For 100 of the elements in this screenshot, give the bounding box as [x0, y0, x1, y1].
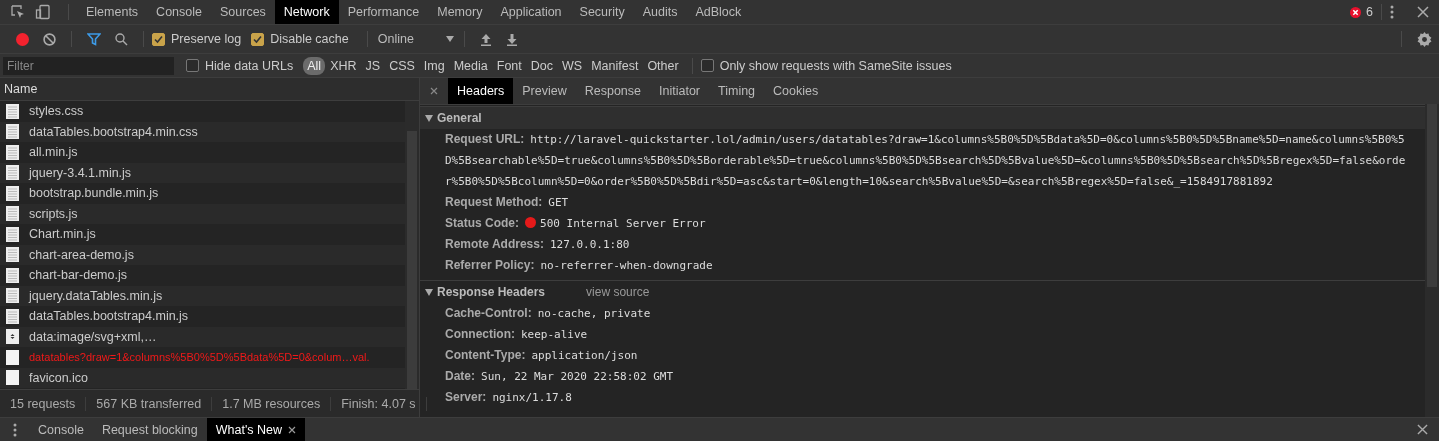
detail-tab[interactable]: Preview — [513, 78, 576, 104]
type-filter-button[interactable]: Font — [492, 56, 526, 75]
panel-tab[interactable]: Performance — [338, 0, 429, 24]
column-header[interactable]: Name — [0, 78, 419, 101]
header-line: Content-Type: application/json — [444, 347, 639, 364]
export-icon[interactable] — [505, 32, 518, 46]
panel-tab[interactable]: Sources — [211, 0, 275, 24]
type-filter-button[interactable]: Img — [419, 56, 449, 75]
type-filter-button[interactable]: CSS — [385, 56, 419, 75]
summary-text: 567 KB transferred — [86, 396, 213, 411]
document-icon — [6, 206, 19, 222]
header-line: Request Method: GET — [444, 194, 570, 211]
type-filter-button[interactable]: All — [303, 56, 326, 75]
summary-text: Finish: 4.07 s — [331, 396, 427, 411]
search-icon[interactable] — [115, 32, 128, 46]
panel-tab[interactable]: Audits — [633, 0, 687, 24]
caret-icon[interactable] — [425, 114, 433, 122]
document-icon — [6, 308, 19, 324]
summary-text: 1.7 MB resources — [212, 396, 332, 411]
clear-icon[interactable] — [43, 32, 56, 46]
section-toggle[interactable]: Response Headers — [420, 285, 551, 299]
header-line: Cache-Control: no-cache, private — [444, 305, 652, 322]
request-name[interactable]: Chart.min.js — [29, 227, 96, 242]
request-name[interactable]: datatables?draw=1&columns%5B0%5D%5Bdata%5D=0&colum…val. — [29, 351, 370, 364]
detail-tab[interactable]: Cookies — [764, 78, 828, 104]
status-dot-icon — [525, 217, 536, 228]
panel-tab[interactable]: AdBlock — [686, 0, 751, 24]
document-icon — [6, 226, 19, 242]
scrollbar[interactable] — [1425, 104, 1439, 417]
panel-tab[interactable]: Application — [491, 0, 571, 24]
detail-tab[interactable]: Initiator — [650, 78, 709, 104]
type-filter-button[interactable]: XHR — [326, 56, 361, 75]
request-name[interactable]: chart-bar-demo.js — [29, 268, 127, 283]
check-icon — [154, 34, 163, 44]
more-icon[interactable] — [13, 422, 17, 437]
drawer-tab[interactable]: What's New — [206, 418, 306, 441]
request-name[interactable]: chart-area-demo.js — [29, 247, 134, 262]
document-icon — [6, 124, 19, 140]
panel-tab[interactable]: Elements — [77, 0, 148, 24]
inspect-icon[interactable] — [10, 4, 26, 20]
settings-icon[interactable] — [1417, 31, 1432, 47]
header-name: Status Code: — [445, 216, 519, 230]
detail-tab[interactable]: Timing — [709, 78, 765, 104]
record-icon[interactable] — [16, 32, 29, 46]
error-count[interactable]: 6 — [1366, 5, 1373, 19]
request-name[interactable]: all.min.js — [29, 145, 78, 160]
throttling-select[interactable]: Online — [375, 32, 456, 46]
type-filter-button[interactable]: JS — [361, 56, 385, 75]
hide-data-urls-checkbox[interactable]: Hide data URLs — [186, 58, 294, 73]
document-icon — [6, 144, 19, 160]
request-name[interactable]: bootstrap.bundle.min.js — [29, 186, 159, 201]
drawer-tab[interactable]: Request blocking — [92, 418, 207, 441]
drawer-tab[interactable]: Console — [29, 418, 93, 441]
panel-tab[interactable]: Network — [274, 0, 339, 24]
filter-icon[interactable] — [87, 32, 101, 46]
view-source-link[interactable]: view source — [586, 285, 650, 299]
document-icon — [6, 267, 19, 283]
section-toggle[interactable]: General — [420, 111, 487, 125]
close-icon[interactable] — [1417, 424, 1428, 435]
header-line: Referrer Policy: no-referrer-when-downgrade — [444, 257, 714, 274]
panel-tab[interactable]: Console — [147, 0, 211, 24]
summary-text: 15 requests — [0, 396, 87, 411]
samesite-checkbox[interactable]: Only show requests with SameSite issues — [700, 58, 952, 73]
header-line: Remote Address: 127.0.0.1:80 — [444, 236, 631, 253]
error-icon — [1350, 6, 1362, 18]
scrollbar[interactable] — [405, 101, 419, 389]
request-name[interactable]: jquery-3.4.1.min.js — [29, 165, 132, 180]
header-line: Request URL: http://laravel-quickstarter.lol/admin/users/datatables?draw=1&columns%5B0%5D%5Bdata%5D=0&columns%5B0%5D%5Bname%5D=name&columns%5B0%5D%5Bsearchable%5D=true&columns%5B0%5D%5Borderable%5D=true&columns%5B0%5D%5Bsearch%5D%5Bvalue%5D=&columns%5B0%5D%5Bsearch%5D%5Bregex%5D=false&order%5B0%5D%5Bcolumn%5D=0&order%5B0%5D%5Bdir%5D=asc&start=0&length=10&search%5Bvalue%5D=&search%5Bregex%5D=false&_=1584917881892 — [444, 131, 1407, 190]
import-icon[interactable] — [479, 32, 492, 46]
caret-icon[interactable] — [425, 288, 433, 296]
caret-icon — [445, 36, 454, 42]
close-icon[interactable] — [1417, 6, 1429, 18]
detail-tab[interactable]: Response — [575, 78, 650, 104]
panel-tab[interactable]: Memory — [428, 0, 492, 24]
device-toolbar-icon[interactable] — [35, 4, 51, 20]
request-name[interactable]: styles.css — [29, 104, 84, 119]
request-name[interactable]: favicon.ico — [29, 370, 89, 385]
detail-tab[interactable]: Headers — [448, 78, 514, 104]
header-line: Date: Sun, 22 Mar 2020 22:58:02 GMT — [444, 368, 675, 385]
type-filter-button[interactable]: Manifest — [587, 56, 643, 75]
type-filter-button[interactable]: WS — [558, 56, 587, 75]
type-filter-button[interactable]: Other — [643, 56, 683, 75]
document-icon — [6, 185, 19, 201]
type-filter-button[interactable]: Doc — [526, 56, 557, 75]
type-filter-button[interactable]: Media — [449, 56, 492, 75]
close-icon[interactable] — [430, 87, 438, 95]
filter-field[interactable]: Filter — [3, 56, 174, 75]
header-line: Server: nginx/1.17.8 — [444, 389, 573, 406]
disable-cache-checkbox[interactable]: Disable cache — [251, 32, 349, 46]
document-icon — [6, 247, 19, 263]
preserve-log-checkbox[interactable]: Preserve log — [152, 32, 242, 46]
document-icon — [6, 288, 19, 304]
header-line: Connection: keep-alive — [444, 326, 589, 343]
panel-tab[interactable]: Security — [570, 0, 634, 24]
more-icon[interactable] — [1390, 5, 1394, 19]
check-icon — [253, 34, 263, 44]
header-value: 500 Internal Server Error — [540, 217, 706, 230]
request-name[interactable]: scripts.js — [29, 206, 78, 221]
request-name[interactable]: dataTables.bootstrap4.min.js — [29, 309, 189, 324]
close-icon[interactable] — [288, 425, 297, 434]
